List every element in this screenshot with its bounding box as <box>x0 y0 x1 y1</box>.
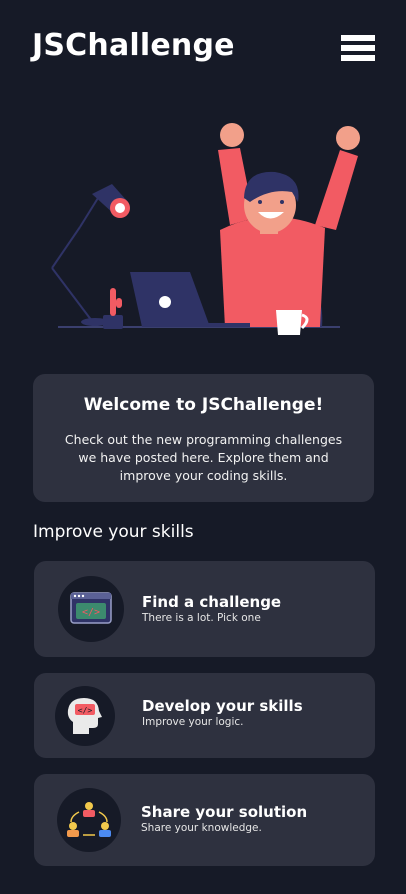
app-title: JSChallenge <box>32 28 235 63</box>
share-solution-card[interactable]: Share your solution Share your knowledge… <box>34 774 375 866</box>
code-window-icon: </> <box>58 576 124 642</box>
card-subtitle: There is a lot. Pick one <box>142 612 261 624</box>
welcome-card: Welcome to JSChallenge! Check out the ne… <box>33 374 374 502</box>
svg-text:</>: </> <box>82 607 100 618</box>
menu-button[interactable] <box>341 35 375 61</box>
welcome-title: Welcome to JSChallenge! <box>83 395 324 415</box>
people-share-icon <box>57 788 121 852</box>
card-title: Share your solution <box>141 803 308 821</box>
developer-character <box>218 123 360 327</box>
svg-text:</>: </> <box>78 706 93 715</box>
section-title: Improve your skills <box>33 522 194 542</box>
welcome-text: Check out the new programming challenges… <box>64 432 343 483</box>
card-subtitle: Improve your logic. <box>142 716 244 728</box>
card-title: Develop your skills <box>142 697 303 715</box>
card-subtitle: Share your knowledge. <box>141 822 262 834</box>
cactus-plant-icon <box>103 288 123 329</box>
head-code-icon: </> <box>55 686 115 746</box>
develop-skills-card[interactable]: </> Develop your skills Improve your log… <box>34 673 375 758</box>
celebrating-developer-illustration <box>51 123 360 335</box>
card-title: Find a challenge <box>142 593 282 611</box>
header: JSChallenge <box>0 0 406 100</box>
find-challenge-card[interactable]: </> Find a challenge There is a lot. Pic… <box>34 561 375 657</box>
hero-illustration <box>40 110 370 350</box>
